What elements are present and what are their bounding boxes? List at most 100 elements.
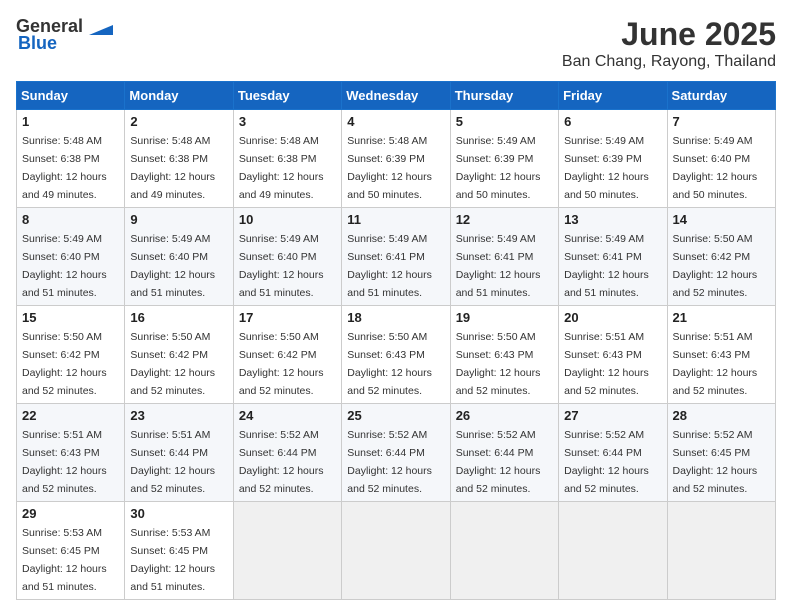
day-detail: Sunrise: 5:49 AMSunset: 6:41 PMDaylight:…: [564, 233, 649, 299]
day-number: 15: [22, 310, 119, 325]
day-detail: Sunrise: 5:48 AMSunset: 6:38 PMDaylight:…: [130, 135, 215, 201]
calendar-cell: [667, 502, 775, 600]
day-detail: Sunrise: 5:49 AMSunset: 6:40 PMDaylight:…: [673, 135, 758, 201]
day-detail: Sunrise: 5:51 AMSunset: 6:43 PMDaylight:…: [564, 331, 649, 397]
calendar-cell: 15 Sunrise: 5:50 AMSunset: 6:42 PMDaylig…: [17, 306, 125, 404]
day-detail: Sunrise: 5:52 AMSunset: 6:44 PMDaylight:…: [239, 429, 324, 495]
calendar-cell: 20 Sunrise: 5:51 AMSunset: 6:43 PMDaylig…: [559, 306, 667, 404]
calendar-cell: 13 Sunrise: 5:49 AMSunset: 6:41 PMDaylig…: [559, 208, 667, 306]
calendar-cell: 1 Sunrise: 5:48 AMSunset: 6:38 PMDayligh…: [17, 110, 125, 208]
day-detail: Sunrise: 5:52 AMSunset: 6:44 PMDaylight:…: [564, 429, 649, 495]
day-detail: Sunrise: 5:48 AMSunset: 6:38 PMDaylight:…: [239, 135, 324, 201]
day-detail: Sunrise: 5:51 AMSunset: 6:43 PMDaylight:…: [22, 429, 107, 495]
calendar-cell: 9 Sunrise: 5:49 AMSunset: 6:40 PMDayligh…: [125, 208, 233, 306]
weekday-header-friday: Friday: [559, 82, 667, 110]
day-detail: Sunrise: 5:49 AMSunset: 6:41 PMDaylight:…: [456, 233, 541, 299]
day-number: 25: [347, 408, 444, 423]
weekday-header-monday: Monday: [125, 82, 233, 110]
day-detail: Sunrise: 5:50 AMSunset: 6:42 PMDaylight:…: [673, 233, 758, 299]
day-number: 1: [22, 114, 119, 129]
weekday-header-saturday: Saturday: [667, 82, 775, 110]
day-detail: Sunrise: 5:53 AMSunset: 6:45 PMDaylight:…: [22, 527, 107, 593]
day-detail: Sunrise: 5:52 AMSunset: 6:44 PMDaylight:…: [456, 429, 541, 495]
calendar-cell: 12 Sunrise: 5:49 AMSunset: 6:41 PMDaylig…: [450, 208, 558, 306]
day-detail: Sunrise: 5:50 AMSunset: 6:43 PMDaylight:…: [347, 331, 432, 397]
calendar-cell: 25 Sunrise: 5:52 AMSunset: 6:44 PMDaylig…: [342, 404, 450, 502]
day-detail: Sunrise: 5:49 AMSunset: 6:40 PMDaylight:…: [130, 233, 215, 299]
calendar-cell: 27 Sunrise: 5:52 AMSunset: 6:44 PMDaylig…: [559, 404, 667, 502]
day-number: 22: [22, 408, 119, 423]
calendar-cell: 14 Sunrise: 5:50 AMSunset: 6:42 PMDaylig…: [667, 208, 775, 306]
logo-text-blue: Blue: [18, 33, 57, 54]
calendar-cell: 26 Sunrise: 5:52 AMSunset: 6:44 PMDaylig…: [450, 404, 558, 502]
day-number: 11: [347, 212, 444, 227]
calendar-cell: 28 Sunrise: 5:52 AMSunset: 6:45 PMDaylig…: [667, 404, 775, 502]
day-number: 17: [239, 310, 336, 325]
day-number: 14: [673, 212, 770, 227]
day-detail: Sunrise: 5:50 AMSunset: 6:42 PMDaylight:…: [22, 331, 107, 397]
calendar-cell: 18 Sunrise: 5:50 AMSunset: 6:43 PMDaylig…: [342, 306, 450, 404]
calendar-cell: 3 Sunrise: 5:48 AMSunset: 6:38 PMDayligh…: [233, 110, 341, 208]
day-detail: Sunrise: 5:49 AMSunset: 6:39 PMDaylight:…: [564, 135, 649, 201]
day-detail: Sunrise: 5:48 AMSunset: 6:38 PMDaylight:…: [22, 135, 107, 201]
day-number: 13: [564, 212, 661, 227]
day-detail: Sunrise: 5:52 AMSunset: 6:44 PMDaylight:…: [347, 429, 432, 495]
calendar-cell: 5 Sunrise: 5:49 AMSunset: 6:39 PMDayligh…: [450, 110, 558, 208]
day-detail: Sunrise: 5:50 AMSunset: 6:42 PMDaylight:…: [239, 331, 324, 397]
day-number: 28: [673, 408, 770, 423]
calendar-week-3: 15 Sunrise: 5:50 AMSunset: 6:42 PMDaylig…: [17, 306, 776, 404]
day-detail: Sunrise: 5:50 AMSunset: 6:43 PMDaylight:…: [456, 331, 541, 397]
calendar-cell: [450, 502, 558, 600]
day-number: 19: [456, 310, 553, 325]
logo: General Blue: [16, 16, 115, 54]
weekday-header-thursday: Thursday: [450, 82, 558, 110]
day-detail: Sunrise: 5:49 AMSunset: 6:41 PMDaylight:…: [347, 233, 432, 299]
calendar-week-1: 1 Sunrise: 5:48 AMSunset: 6:38 PMDayligh…: [17, 110, 776, 208]
calendar-cell: 2 Sunrise: 5:48 AMSunset: 6:38 PMDayligh…: [125, 110, 233, 208]
calendar-cell: 29 Sunrise: 5:53 AMSunset: 6:45 PMDaylig…: [17, 502, 125, 600]
day-number: 12: [456, 212, 553, 227]
calendar-week-5: 29 Sunrise: 5:53 AMSunset: 6:45 PMDaylig…: [17, 502, 776, 600]
day-number: 20: [564, 310, 661, 325]
header: General Blue June 2025 Ban Chang, Rayong…: [16, 16, 776, 71]
calendar-cell: 11 Sunrise: 5:49 AMSunset: 6:41 PMDaylig…: [342, 208, 450, 306]
calendar-cell: 24 Sunrise: 5:52 AMSunset: 6:44 PMDaylig…: [233, 404, 341, 502]
day-number: 27: [564, 408, 661, 423]
day-number: 29: [22, 506, 119, 521]
calendar-cell: 21 Sunrise: 5:51 AMSunset: 6:43 PMDaylig…: [667, 306, 775, 404]
day-detail: Sunrise: 5:48 AMSunset: 6:39 PMDaylight:…: [347, 135, 432, 201]
calendar-cell: 8 Sunrise: 5:49 AMSunset: 6:40 PMDayligh…: [17, 208, 125, 306]
day-number: 24: [239, 408, 336, 423]
day-detail: Sunrise: 5:51 AMSunset: 6:43 PMDaylight:…: [673, 331, 758, 397]
weekday-header-sunday: Sunday: [17, 82, 125, 110]
month-title: June 2025: [562, 16, 776, 53]
calendar: SundayMondayTuesdayWednesdayThursdayFrid…: [16, 81, 776, 600]
calendar-cell: 10 Sunrise: 5:49 AMSunset: 6:40 PMDaylig…: [233, 208, 341, 306]
day-number: 7: [673, 114, 770, 129]
day-detail: Sunrise: 5:49 AMSunset: 6:40 PMDaylight:…: [22, 233, 107, 299]
day-number: 5: [456, 114, 553, 129]
calendar-cell: 30 Sunrise: 5:53 AMSunset: 6:45 PMDaylig…: [125, 502, 233, 600]
title-area: June 2025 Ban Chang, Rayong, Thailand: [562, 16, 776, 71]
day-number: 4: [347, 114, 444, 129]
logo-icon: [85, 17, 113, 37]
day-number: 16: [130, 310, 227, 325]
calendar-cell: [233, 502, 341, 600]
day-number: 8: [22, 212, 119, 227]
weekday-header-tuesday: Tuesday: [233, 82, 341, 110]
calendar-cell: 19 Sunrise: 5:50 AMSunset: 6:43 PMDaylig…: [450, 306, 558, 404]
calendar-cell: 22 Sunrise: 5:51 AMSunset: 6:43 PMDaylig…: [17, 404, 125, 502]
location-title: Ban Chang, Rayong, Thailand: [562, 53, 776, 71]
day-detail: Sunrise: 5:49 AMSunset: 6:40 PMDaylight:…: [239, 233, 324, 299]
weekday-header-row: SundayMondayTuesdayWednesdayThursdayFrid…: [17, 82, 776, 110]
day-detail: Sunrise: 5:49 AMSunset: 6:39 PMDaylight:…: [456, 135, 541, 201]
day-number: 9: [130, 212, 227, 227]
day-number: 18: [347, 310, 444, 325]
day-number: 26: [456, 408, 553, 423]
calendar-cell: 4 Sunrise: 5:48 AMSunset: 6:39 PMDayligh…: [342, 110, 450, 208]
calendar-cell: 17 Sunrise: 5:50 AMSunset: 6:42 PMDaylig…: [233, 306, 341, 404]
calendar-cell: 7 Sunrise: 5:49 AMSunset: 6:40 PMDayligh…: [667, 110, 775, 208]
calendar-cell: 16 Sunrise: 5:50 AMSunset: 6:42 PMDaylig…: [125, 306, 233, 404]
calendar-cell: [342, 502, 450, 600]
day-number: 10: [239, 212, 336, 227]
